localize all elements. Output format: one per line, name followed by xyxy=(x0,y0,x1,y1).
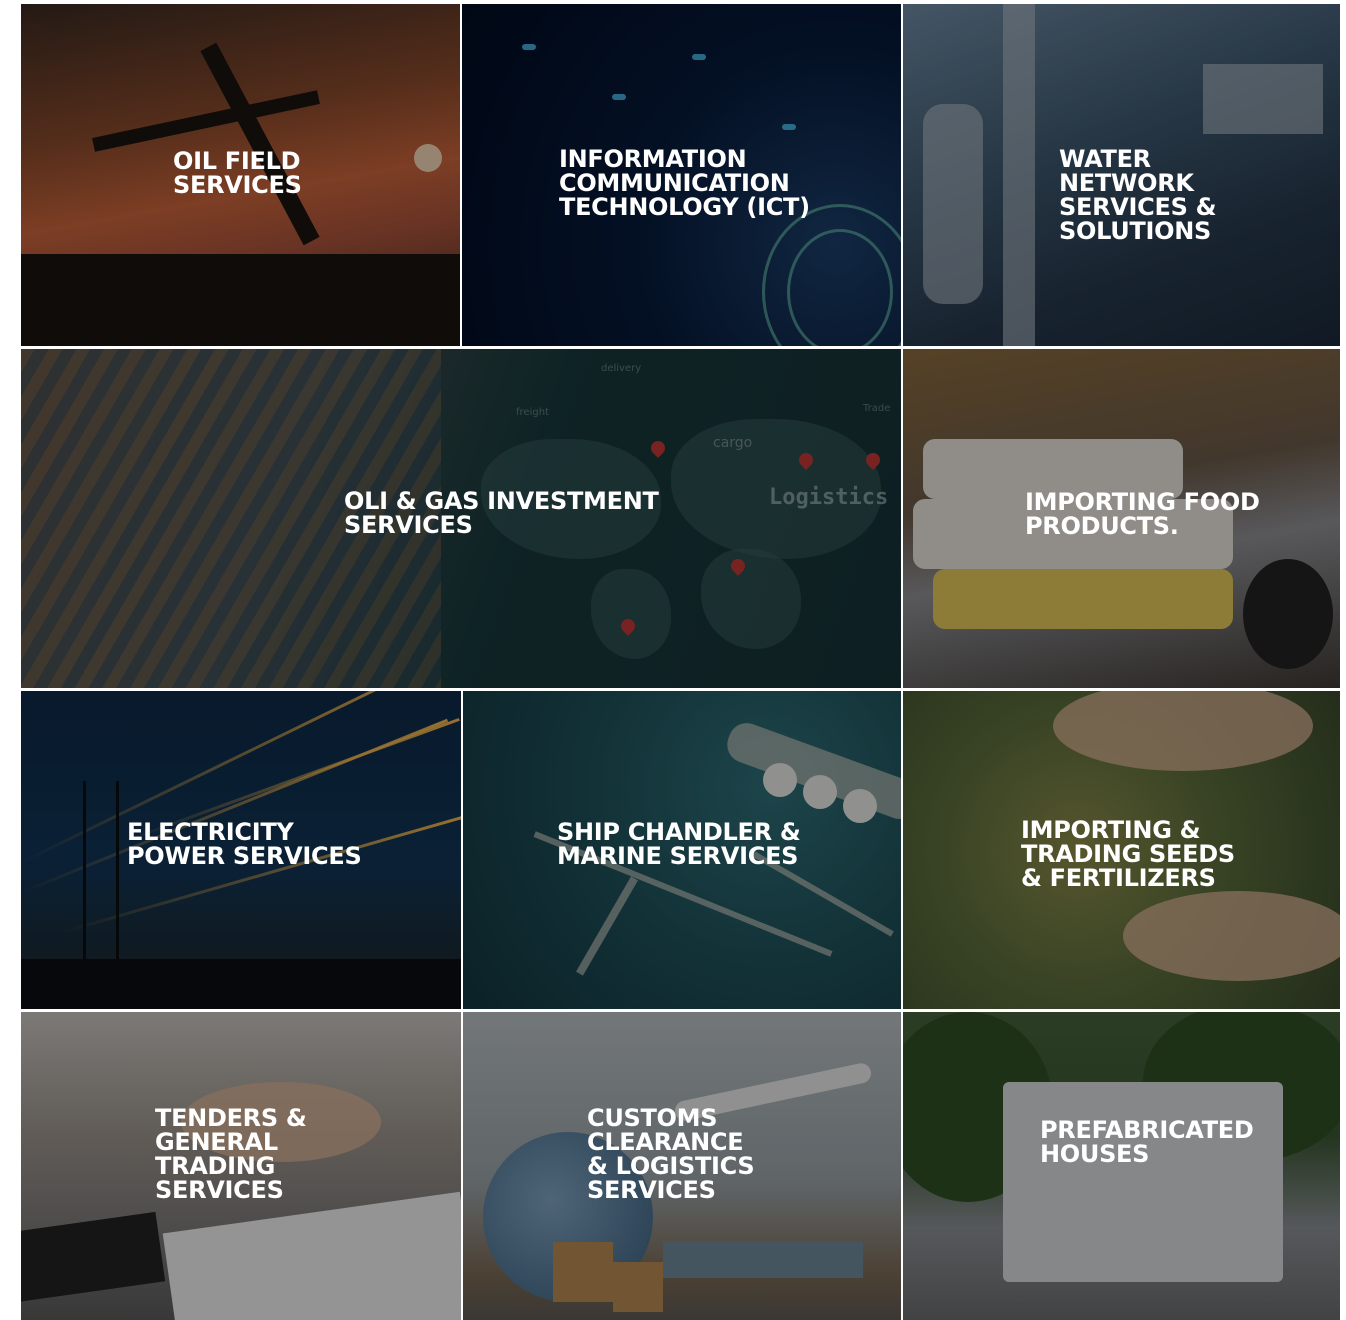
tile-electricity-power-services[interactable]: ELECTRICITY POWER SERVICES xyxy=(21,691,461,1009)
tile-label: OIL FIELD SERVICES xyxy=(173,149,302,197)
label-line: SOLUTIONS xyxy=(1059,217,1211,245)
tile-label: WATER NETWORK SERVICES & SOLUTIONS xyxy=(1059,145,1217,245)
label-line: SERVICES & xyxy=(1059,193,1217,221)
label-line: HOUSES xyxy=(1040,1140,1150,1168)
label-line: SHIP CHANDLER & xyxy=(557,818,801,846)
tile-importing-trading-seeds-fertilizers[interactable]: IMPORTING & TRADING SEEDS & FERTILIZERS xyxy=(903,691,1340,1009)
label-line: ELECTRICITY xyxy=(127,818,294,846)
label-line: SERVICES xyxy=(587,1176,716,1204)
label-line: NETWORK xyxy=(1059,169,1194,197)
label-line: TECHNOLOGY (ICT) xyxy=(559,193,810,221)
label-line: IMPORTING & xyxy=(1021,816,1201,844)
tile-ict-services[interactable]: INFORMATION COMMUNICATION TECHNOLOGY (IC… xyxy=(462,4,901,346)
tile-ship-chandler-marine-services[interactable]: SHIP CHANDLER & MARINE SERVICES xyxy=(463,691,901,1009)
label-line: INFORMATION xyxy=(559,145,747,173)
tile-tenders-general-trading-services[interactable]: TENDERS & GENERAL TRADING SERVICES xyxy=(21,1012,461,1320)
tile-oli-gas-investment-services[interactable]: Logistics cargo delivery freight Trade O… xyxy=(21,349,901,688)
tile-customs-clearance-logistics-services[interactable]: CUSTOMS CLEARANCE & LOGISTICS SERVICES xyxy=(463,1012,901,1320)
tile-label: IMPORTING FOOD PRODUCTS. xyxy=(1025,490,1260,538)
label-line: OLI & GAS INVESTMENT xyxy=(344,487,659,515)
label-line: CLEARANCE xyxy=(587,1128,744,1156)
label-line: & FERTILIZERS xyxy=(1021,864,1216,892)
label-line: IMPORTING FOOD xyxy=(1025,488,1260,516)
label-line: CUSTOMS xyxy=(587,1104,718,1132)
label-line: SERVICES xyxy=(344,511,473,539)
label-line: WATER xyxy=(1059,145,1151,173)
label-line: PRODUCTS. xyxy=(1025,512,1179,540)
tile-oil-field-services[interactable]: OIL FIELD SERVICES xyxy=(21,4,460,346)
label-line: COMMUNICATION xyxy=(559,169,790,197)
label-line: MARINE SERVICES xyxy=(557,842,799,870)
label-line: SERVICES xyxy=(155,1176,284,1204)
tile-label: CUSTOMS CLEARANCE & LOGISTICS SERVICES xyxy=(587,1104,755,1204)
tile-label: INFORMATION COMMUNICATION TECHNOLOGY (IC… xyxy=(559,147,810,219)
label-line: POWER SERVICES xyxy=(127,842,362,870)
label-line: OIL FIELD xyxy=(173,147,301,175)
tile-label: IMPORTING & TRADING SEEDS & FERTILIZERS xyxy=(1021,818,1235,890)
label-line: TRADING xyxy=(155,1152,275,1180)
tile-label: PREFABRICATED HOUSES xyxy=(1040,1118,1254,1166)
tile-prefabricated-houses[interactable]: PREFABRICATED HOUSES xyxy=(903,1012,1340,1320)
label-line: & LOGISTICS xyxy=(587,1152,755,1180)
label-line: TENDERS & xyxy=(155,1104,307,1132)
tile-label: OLI & GAS INVESTMENT SERVICES xyxy=(344,489,659,537)
tile-water-network-services[interactable]: WATER NETWORK SERVICES & SOLUTIONS xyxy=(903,4,1340,346)
label-line: GENERAL xyxy=(155,1128,278,1156)
tile-label: ELECTRICITY POWER SERVICES xyxy=(127,818,362,870)
tile-importing-food-products[interactable]: IMPORTING FOOD PRODUCTS. xyxy=(903,349,1340,688)
label-line: PREFABRICATED xyxy=(1040,1116,1254,1144)
label-line: TRADING SEEDS xyxy=(1021,840,1235,868)
label-line: SERVICES xyxy=(173,171,302,199)
tile-label: TENDERS & GENERAL TRADING SERVICES xyxy=(155,1106,307,1202)
tile-label: SHIP CHANDLER & MARINE SERVICES xyxy=(557,818,801,870)
